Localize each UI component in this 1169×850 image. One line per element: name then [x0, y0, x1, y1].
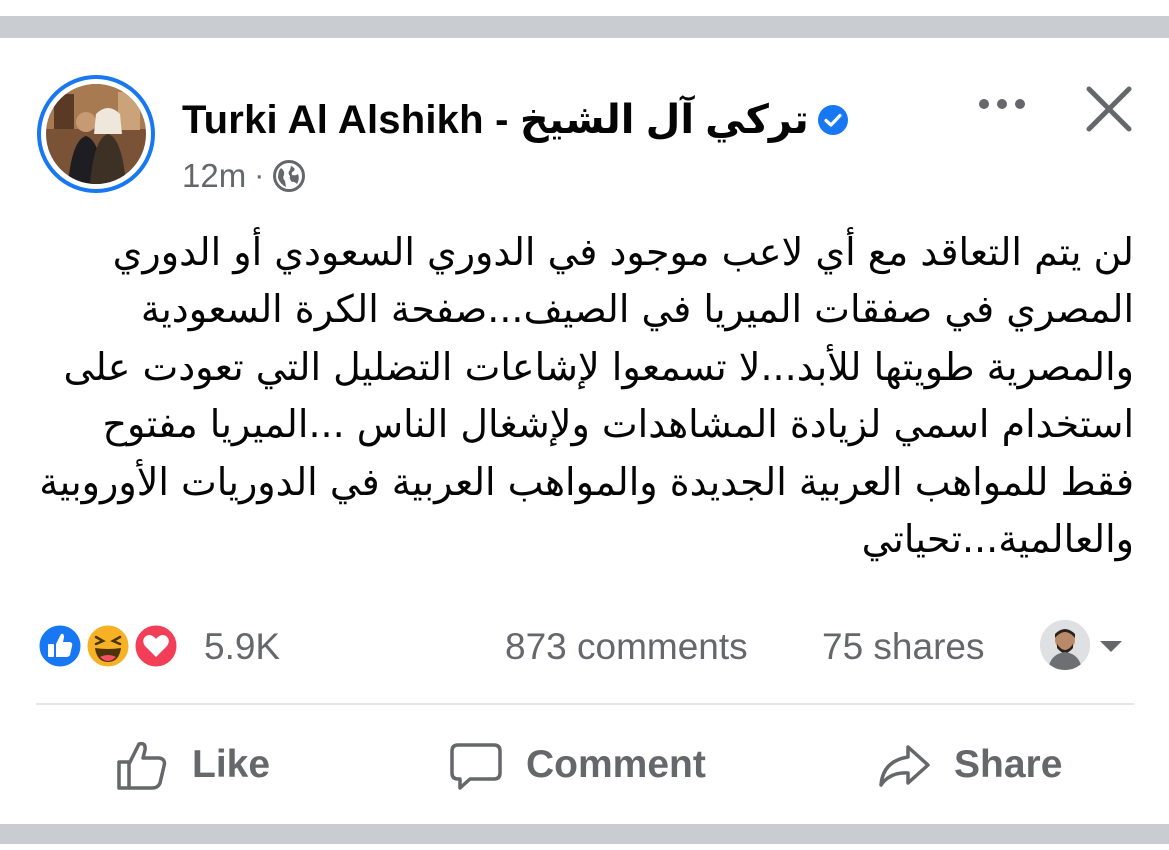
- author-name[interactable]: Turki Al Alshikh - تركي آل الشيخ: [182, 97, 809, 143]
- close-icon[interactable]: [1084, 84, 1134, 134]
- post-card: Turki Al Alshikh - تركي آل الشيخ 12m · ل…: [0, 38, 1169, 824]
- haha-reaction-icon: [84, 622, 132, 670]
- post-meta: 12m ·: [182, 154, 306, 198]
- like-reaction-icon: [36, 622, 84, 670]
- globe-icon[interactable]: [272, 159, 306, 193]
- love-reaction-icon: [132, 622, 180, 670]
- reaction-count[interactable]: 5.9K: [204, 626, 280, 668]
- more-options-icon[interactable]: [970, 86, 1034, 122]
- like-button[interactable]: Like: [114, 728, 270, 802]
- author-avatar[interactable]: [37, 75, 155, 193]
- post-body-text: لن يتم التعاقد مع أي لاعب موجود في الدور…: [39, 230, 1134, 562]
- comments-count[interactable]: 873 comments: [505, 626, 748, 668]
- thumbs-up-icon: [117, 741, 167, 790]
- share-arrow-icon: [879, 745, 930, 787]
- verified-badge-icon: [817, 104, 849, 136]
- author-row: Turki Al Alshikh - تركي آل الشيخ: [182, 96, 849, 144]
- viewer-avatar[interactable]: [1040, 620, 1090, 670]
- chevron-down-icon[interactable]: [1096, 636, 1126, 656]
- shares-count[interactable]: 75 shares: [822, 626, 985, 668]
- like-label: Like: [192, 743, 271, 786]
- share-label: Share: [954, 743, 1063, 786]
- bottom-separator-band: [0, 824, 1169, 850]
- reaction-icons[interactable]: [36, 622, 186, 670]
- reactions-summary: 5.9K 873 comments 75 shares: [36, 618, 1134, 674]
- comment-button[interactable]: Comment: [448, 728, 706, 802]
- action-bar: Like Comment Share: [0, 728, 1169, 802]
- actions-divider: [36, 703, 1134, 705]
- share-button[interactable]: Share: [876, 728, 1062, 802]
- comment-label: Comment: [526, 743, 706, 786]
- avatar-photo: [46, 84, 146, 184]
- post-timestamp[interactable]: 12m: [182, 157, 246, 195]
- top-separator-band: [0, 0, 1169, 38]
- comment-bubble-icon: [450, 743, 502, 790]
- meta-separator: ·: [254, 159, 265, 192]
